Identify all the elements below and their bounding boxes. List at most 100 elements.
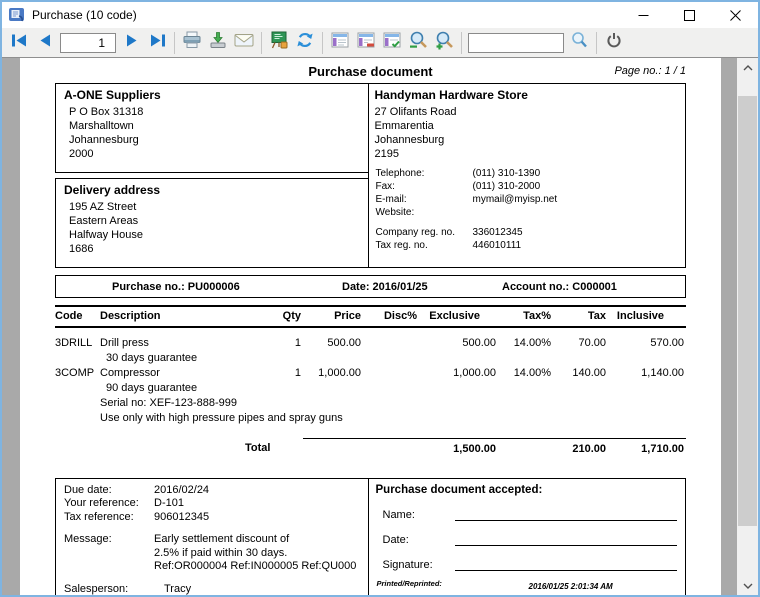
message-line: Ref:OR000004 Ref:IN000005 Ref:QU000 (154, 560, 364, 574)
salesperson-label: Salesperson: (64, 583, 154, 596)
previous-page-icon (38, 33, 53, 53)
close-preview-button[interactable] (602, 31, 626, 55)
close-button[interactable] (712, 2, 758, 28)
document-page: Purchase document Page no.: 1 / 1 A-ONE … (20, 58, 721, 595)
design-report-button[interactable] (267, 31, 291, 55)
report-layout-remove-button[interactable] (354, 31, 378, 55)
search-input[interactable] (468, 33, 564, 53)
salesperson-row: Salesperson: Tracy (64, 583, 364, 596)
signature-line (455, 507, 678, 521)
item-taxpct: 14.00% (498, 327, 553, 351)
reg-label: Tax reg. no. (376, 239, 473, 252)
export-button[interactable] (206, 31, 230, 55)
terms-value: 906012345 (154, 511, 364, 525)
minimize-button[interactable] (620, 2, 666, 28)
company-contact-row: E-mail: mymail@myisp.net (376, 193, 686, 206)
line-items-table: Code Description Qty Price Disc% Exclusi… (55, 305, 686, 457)
search-button[interactable] (567, 31, 591, 55)
company-contact-row: Fax: (011) 310-2000 (376, 180, 686, 193)
salesperson-value: Tracy (154, 583, 364, 596)
first-page-button[interactable] (7, 31, 31, 55)
report-layout-check-icon (383, 32, 401, 53)
last-page-icon (149, 33, 166, 53)
contact-value: mymail@myisp.net (473, 193, 686, 206)
report-layout-button[interactable] (328, 31, 352, 55)
table-note-row: 90 days guarantee (55, 381, 686, 396)
item-code: 3DRILL (55, 327, 100, 351)
last-page-button[interactable] (145, 31, 169, 55)
first-page-icon (11, 33, 28, 53)
message-line: 2.5% if paid within 30 days. (154, 547, 364, 561)
vertical-scrollbar[interactable] (737, 58, 758, 595)
print-button[interactable] (180, 31, 204, 55)
supplier-address-line: Marshalltown (69, 119, 368, 133)
window-controls (620, 2, 758, 28)
maximize-button[interactable] (666, 2, 712, 28)
item-price: 1,000.00 (303, 366, 363, 381)
delivery-address-line: Halfway House (69, 228, 368, 242)
company-address-line: 27 Olifants Road (375, 105, 686, 119)
message-label: Message: (64, 533, 154, 574)
report-layout-apply-button[interactable] (380, 31, 404, 55)
next-page-icon (124, 33, 139, 53)
previous-page-button[interactable] (33, 31, 57, 55)
zoom-icon (408, 31, 428, 55)
page-number-input[interactable] (60, 33, 116, 53)
item-inclusive: 1,140.00 (608, 366, 686, 381)
printed-timestamp: 2016/01/25 2:01:34 AM (529, 582, 613, 591)
item-note: 90 days guarantee (100, 381, 686, 396)
message-row: Message: Early settlement discount of 2.… (64, 533, 364, 574)
delivery-address-box: Delivery address 195 AZ Street Eastern A… (55, 178, 369, 268)
reg-value: 336012345 (473, 226, 686, 239)
toolbar-separator (322, 32, 323, 54)
email-button[interactable] (232, 31, 256, 55)
contact-value: (011) 310-1390 (473, 167, 686, 180)
terms-row: Your reference: D-101 (64, 497, 364, 511)
printed-row: Printed/Reprinted: 2016/01/25 2:01:34 AM (377, 573, 678, 591)
item-disc (363, 327, 419, 351)
company-address-line: Johannesburg (375, 133, 686, 147)
document-header: Purchase document Page no.: 1 / 1 (55, 64, 686, 80)
message-line: Early settlement discount of (154, 533, 364, 547)
zoom-in-button[interactable] (432, 31, 456, 55)
item-description: Drill press (100, 327, 245, 351)
report-layout-remove-icon (357, 32, 375, 53)
printer-icon (182, 31, 202, 54)
next-page-button[interactable] (119, 31, 143, 55)
scroll-down-button[interactable] (737, 576, 758, 595)
acceptance-field-label: Name: (383, 509, 455, 521)
scrollbar-thumb[interactable] (738, 96, 757, 526)
item-code: 3COMP (55, 366, 100, 381)
company-reg-row: Tax reg. no. 446010111 (376, 239, 686, 252)
zoom-button[interactable] (406, 31, 430, 55)
table-row: 3COMP Compressor 1 1,000.00 1,000.00 14.… (55, 366, 686, 381)
supplier-address-line: P O Box 31318 (69, 105, 368, 119)
item-exclusive: 1,000.00 (419, 366, 498, 381)
item-description: Compressor (100, 366, 245, 381)
contact-value: (011) 310-2000 (473, 180, 686, 193)
delivery-address-line: 1686 (69, 242, 368, 256)
total-row: Total 1,500.00 210.00 1,710.00 (55, 438, 686, 457)
item-qty: 1 (245, 366, 303, 381)
item-tax: 70.00 (553, 327, 608, 351)
contact-value (473, 206, 686, 219)
window-title: Purchase (10 code) (32, 8, 620, 22)
report-layout-icon (331, 32, 349, 53)
total-exclusive: 1,500.00 (419, 438, 498, 457)
power-icon (605, 31, 623, 54)
terms-box: Due date: 2016/02/24 Your reference: D-1… (55, 478, 369, 596)
column-header: Tax% (498, 306, 553, 327)
table-note-row: 30 days guarantee (55, 351, 686, 366)
item-note: 30 days guarantee (100, 351, 686, 366)
scroll-up-button[interactable] (737, 58, 758, 77)
zoom-in-icon (434, 31, 454, 55)
acceptance-field: Name: (375, 507, 678, 521)
account-number: Account no.: C000001 (502, 281, 617, 293)
reg-value: 446010111 (473, 239, 686, 252)
purchase-number: Purchase no.: PU000006 (112, 281, 240, 293)
contact-label: Website: (376, 206, 473, 219)
company-address-line: 2195 (375, 147, 686, 161)
refresh-button[interactable] (293, 31, 317, 55)
app-icon (8, 7, 26, 23)
column-header: Description (100, 306, 245, 327)
